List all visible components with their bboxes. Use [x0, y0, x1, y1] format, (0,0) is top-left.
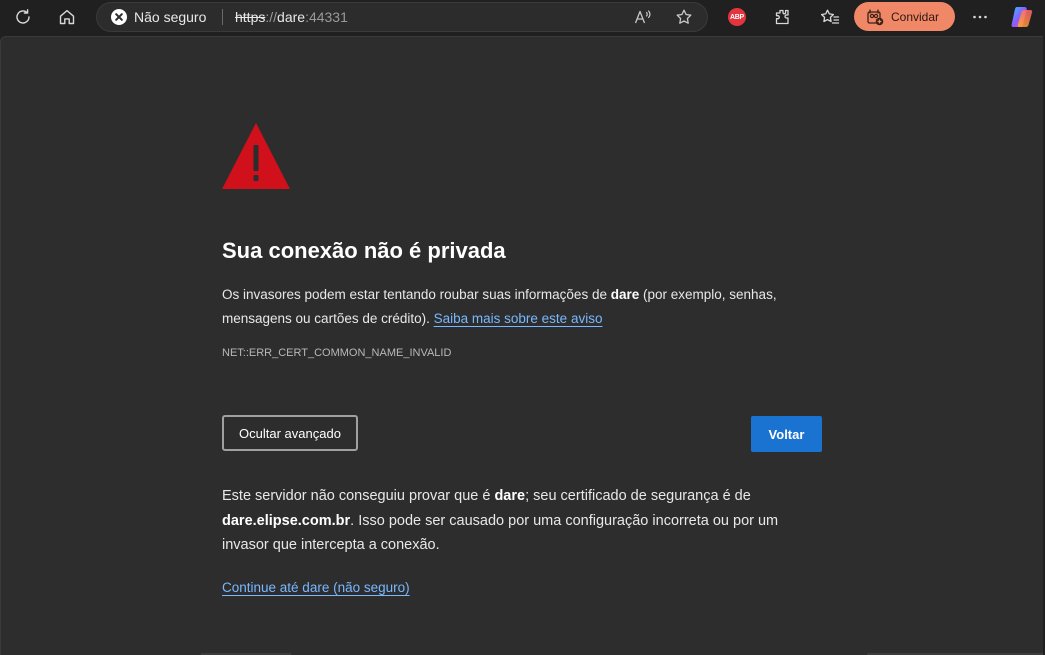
- detail-part1: Este servidor não conseguiu provar que é: [222, 488, 495, 504]
- url-port: :44331: [305, 9, 348, 25]
- invite-label: Convidar: [891, 9, 940, 24]
- favorites-icon: [820, 9, 840, 24]
- error-code: NET::ERR_CERT_COMMON_NAME_INVALID: [222, 347, 452, 359]
- not-secure-icon: [111, 9, 127, 25]
- url-host: dare: [277, 9, 306, 25]
- proceed-unsafe-link[interactable]: Continue até dare (não seguro): [222, 580, 410, 595]
- url-scheme: https: [235, 9, 266, 25]
- abp-badge-text: ABP: [730, 13, 744, 21]
- message-part1: Os invasores podem estar tentando roubar…: [222, 287, 611, 302]
- favorite-star-icon: [676, 9, 692, 24]
- back-button[interactable]: Voltar: [751, 416, 822, 452]
- read-aloud-button[interactable]: [630, 4, 656, 30]
- learn-more-link[interactable]: Saiba mais sobre este aviso: [434, 311, 603, 326]
- extensions-button[interactable]: [768, 3, 796, 31]
- advanced-details: Este servidor não conseguiu provar que é…: [222, 484, 802, 558]
- detail-cert-host: dare.elipse.com.br: [222, 512, 351, 529]
- page-viewport: Sua conexão não é privada Os invasores p…: [0, 36, 1043, 655]
- refresh-button[interactable]: [9, 3, 37, 31]
- message-host: dare: [610, 287, 640, 302]
- add-favorite-button[interactable]: [671, 4, 697, 30]
- favorites-button[interactable]: [816, 3, 844, 31]
- detail-host: dare: [494, 488, 526, 504]
- browser-toolbar: Não seguro https://dare:44331 ABP Conv…: [0, 0, 1045, 34]
- more-menu-icon: [973, 15, 987, 19]
- read-aloud-icon: [634, 10, 651, 24]
- more-menu-button[interactable]: [966, 3, 994, 31]
- url-separator: ://: [265, 9, 278, 25]
- hide-advanced-button[interactable]: Ocultar avançado: [222, 415, 358, 451]
- url-text[interactable]: https://dare:44331: [235, 3, 348, 31]
- adblock-plus-button[interactable]: ABP: [723, 3, 751, 31]
- address-bar[interactable]: Não seguro https://dare:44331: [96, 2, 708, 32]
- invite-icon: [867, 8, 884, 25]
- home-icon: [59, 9, 75, 25]
- copilot-icon[interactable]: [1009, 4, 1035, 30]
- detail-part2: ; seu certificado de segurança é de: [525, 488, 751, 504]
- refresh-icon: [16, 9, 30, 24]
- adblock-plus-icon: ABP: [728, 8, 746, 26]
- security-label: Não seguro: [134, 9, 207, 25]
- invite-button[interactable]: Convidar: [854, 2, 955, 31]
- warning-message: Os invasores podem estar tentando roubar…: [222, 283, 822, 331]
- home-button[interactable]: [53, 3, 81, 31]
- security-chip[interactable]: Não seguro: [111, 3, 206, 31]
- extensions-icon: [775, 9, 789, 25]
- address-bar-divider: [222, 9, 223, 25]
- warning-triangle-icon: [222, 123, 290, 189]
- page-title: Sua conexão não é privada: [222, 238, 506, 263]
